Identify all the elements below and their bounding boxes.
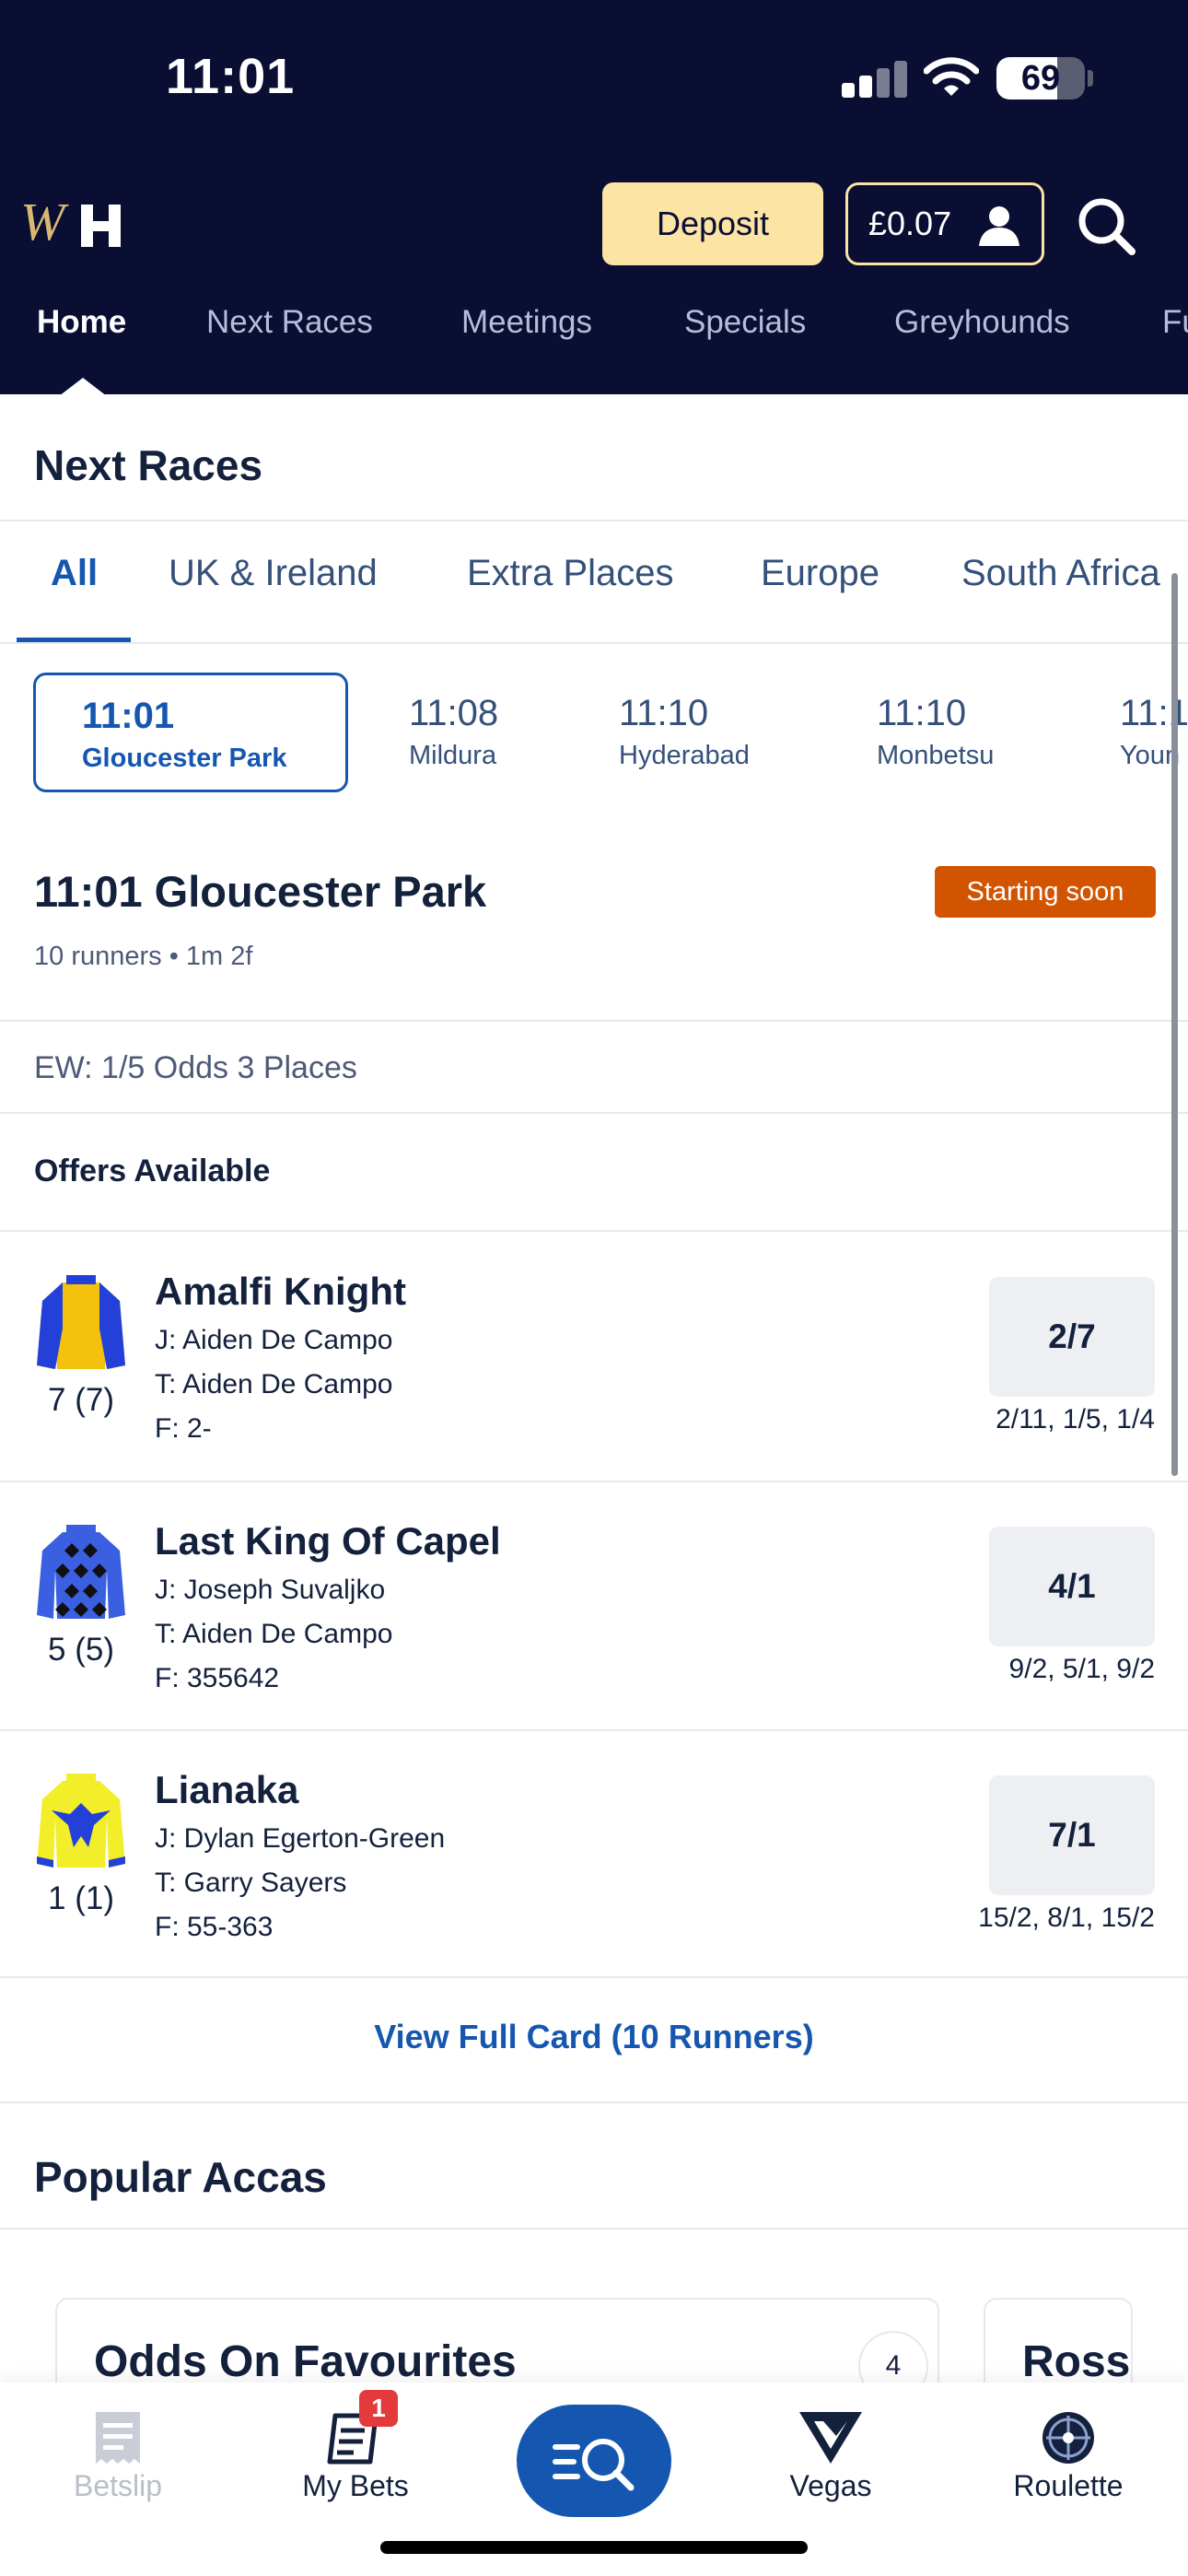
jockey: J: Dylan Egerton-Green bbox=[155, 1823, 446, 1854]
chip-venue: Monbetsu bbox=[877, 741, 995, 770]
search-menu-button[interactable] bbox=[517, 2405, 671, 2517]
chip-time: 11:08 bbox=[409, 693, 499, 733]
home-indicator bbox=[380, 2541, 808, 2554]
search-menu-icon bbox=[553, 2439, 635, 2491]
svg-text:W: W bbox=[20, 192, 69, 252]
jockey-silk-icon bbox=[37, 1275, 125, 1369]
chip-venue: Gloucester Park bbox=[82, 744, 287, 773]
odds-button[interactable]: 4/1 bbox=[989, 1527, 1155, 1646]
account-balance-button[interactable]: £0.07 bbox=[845, 182, 1044, 265]
tab-label: Roulette bbox=[1013, 2469, 1124, 2502]
jockey: J: Joseph Suvaljko bbox=[155, 1575, 386, 1605]
odds-button[interactable]: 7/1 bbox=[989, 1775, 1155, 1895]
race-chip[interactable]: 11:10 Hyderabad bbox=[619, 673, 821, 792]
status-badge: Starting soon bbox=[935, 866, 1156, 918]
race-chip[interactable]: 11:01 Gloucester Park bbox=[33, 673, 348, 792]
tab-label: My Bets bbox=[302, 2469, 409, 2502]
chip-time: 11:10 bbox=[619, 693, 709, 733]
runner-number: 5 (5) bbox=[48, 1632, 114, 1668]
runner-name: Lianaka bbox=[155, 1768, 299, 1811]
tab-label: Vegas bbox=[789, 2469, 872, 2502]
each-way-terms: EW: 1/5 Odds 3 Places bbox=[34, 1050, 357, 1085]
racing-nav: Home Next Races Meetings Specials Greyho… bbox=[0, 304, 1188, 359]
nav-meetings[interactable]: Meetings bbox=[461, 304, 592, 341]
acca-title: Odds On Favourites bbox=[94, 2337, 517, 2386]
view-full-card-link[interactable]: View Full Card (10 Runners) bbox=[0, 2018, 1188, 2056]
deposit-button[interactable]: Deposit bbox=[602, 182, 823, 265]
runner-row[interactable]: 7 (7) Amalfi Knight J: Aiden De Campo T:… bbox=[0, 1233, 1188, 1481]
runner-row[interactable]: 5 (5) Last King Of Capel J: Joseph Suval… bbox=[0, 1482, 1188, 1731]
form: F: 355642 bbox=[155, 1663, 280, 1693]
jockey-silk-icon bbox=[37, 1525, 125, 1619]
race-chip[interactable]: 11:08 Mildura bbox=[409, 673, 593, 792]
user-icon bbox=[979, 206, 1019, 246]
nav-more[interactable]: Fu bbox=[1162, 304, 1188, 341]
acca-title: Rossa bbox=[1022, 2337, 1131, 2386]
runner-number: 7 (7) bbox=[48, 1382, 114, 1418]
trainer: T: Aiden De Campo bbox=[155, 1619, 393, 1649]
cellular-signal-icon bbox=[842, 59, 907, 98]
filter-extra-places[interactable]: Extra Places bbox=[467, 553, 674, 594]
offers-available[interactable]: Offers Available bbox=[34, 1153, 270, 1189]
chip-venue: Mildura bbox=[409, 741, 497, 770]
trainer: T: Aiden De Campo bbox=[155, 1369, 393, 1399]
trainer: T: Garry Sayers bbox=[155, 1868, 347, 1898]
nav-specials[interactable]: Specials bbox=[684, 304, 806, 341]
runner-name: Amalfi Knight bbox=[155, 1270, 406, 1313]
runner-name: Last King Of Capel bbox=[155, 1519, 501, 1563]
filter-all[interactable]: All bbox=[51, 553, 98, 594]
roulette-icon bbox=[1042, 2412, 1094, 2464]
search-icon[interactable] bbox=[1076, 195, 1136, 256]
jockey-silk-icon bbox=[37, 1774, 125, 1868]
balance-amount: £0.07 bbox=[868, 205, 952, 242]
battery-icon: 69 bbox=[996, 57, 1085, 100]
odds-history: 15/2, 8/1, 15/2 bbox=[978, 1903, 1155, 1933]
tab-label: Betslip bbox=[73, 2469, 163, 2502]
battery-level: 69 bbox=[1020, 59, 1061, 98]
race-meta: 10 runners • 1m 2f bbox=[34, 942, 253, 971]
jockey: J: Aiden De Campo bbox=[155, 1325, 393, 1355]
filter-europe[interactable]: Europe bbox=[761, 553, 879, 594]
app-header: 11:01 69 W Deposit £0.07 Home Next Races bbox=[0, 0, 1188, 396]
wifi-icon bbox=[924, 57, 979, 96]
popular-accas-title: Popular Accas bbox=[34, 2153, 327, 2201]
nav-home[interactable]: Home bbox=[37, 304, 126, 341]
betslip-icon bbox=[96, 2412, 140, 2464]
nav-greyhounds[interactable]: Greyhounds bbox=[894, 304, 1070, 341]
chip-venue: Hyderabad bbox=[619, 741, 750, 770]
vegas-icon bbox=[799, 2412, 862, 2464]
nav-next-races[interactable]: Next Races bbox=[206, 304, 373, 341]
form: F: 55-363 bbox=[155, 1912, 274, 1942]
form: F: 2- bbox=[155, 1413, 212, 1444]
odds-history: 9/2, 5/1, 9/2 bbox=[1008, 1654, 1155, 1684]
runner-row[interactable]: 1 (1) Lianaka J: Dylan Egerton-Green T: … bbox=[0, 1731, 1188, 1980]
william-hill-logo[interactable]: W bbox=[20, 192, 144, 254]
my-bets-count-badge: 1 bbox=[359, 2390, 398, 2427]
odds-button[interactable]: 2/7 bbox=[989, 1277, 1155, 1397]
next-races-title: Next Races bbox=[34, 441, 263, 489]
race-chip[interactable]: 11:10 Monbetsu bbox=[877, 673, 1061, 792]
odds-history: 2/11, 1/5, 1/4 bbox=[996, 1404, 1155, 1434]
filter-uk-ireland[interactable]: UK & Ireland bbox=[169, 553, 378, 594]
scrollbar[interactable] bbox=[1171, 573, 1178, 1476]
filter-south-africa[interactable]: South Africa bbox=[961, 553, 1160, 594]
runner-number: 1 (1) bbox=[48, 1880, 114, 1916]
nav-active-indicator bbox=[59, 378, 107, 396]
race-heading: 11:01 Gloucester Park bbox=[34, 867, 487, 916]
chip-time: 11:01 bbox=[82, 696, 175, 736]
chip-time: 11:10 bbox=[877, 693, 967, 733]
status-time: 11:01 bbox=[166, 49, 296, 104]
